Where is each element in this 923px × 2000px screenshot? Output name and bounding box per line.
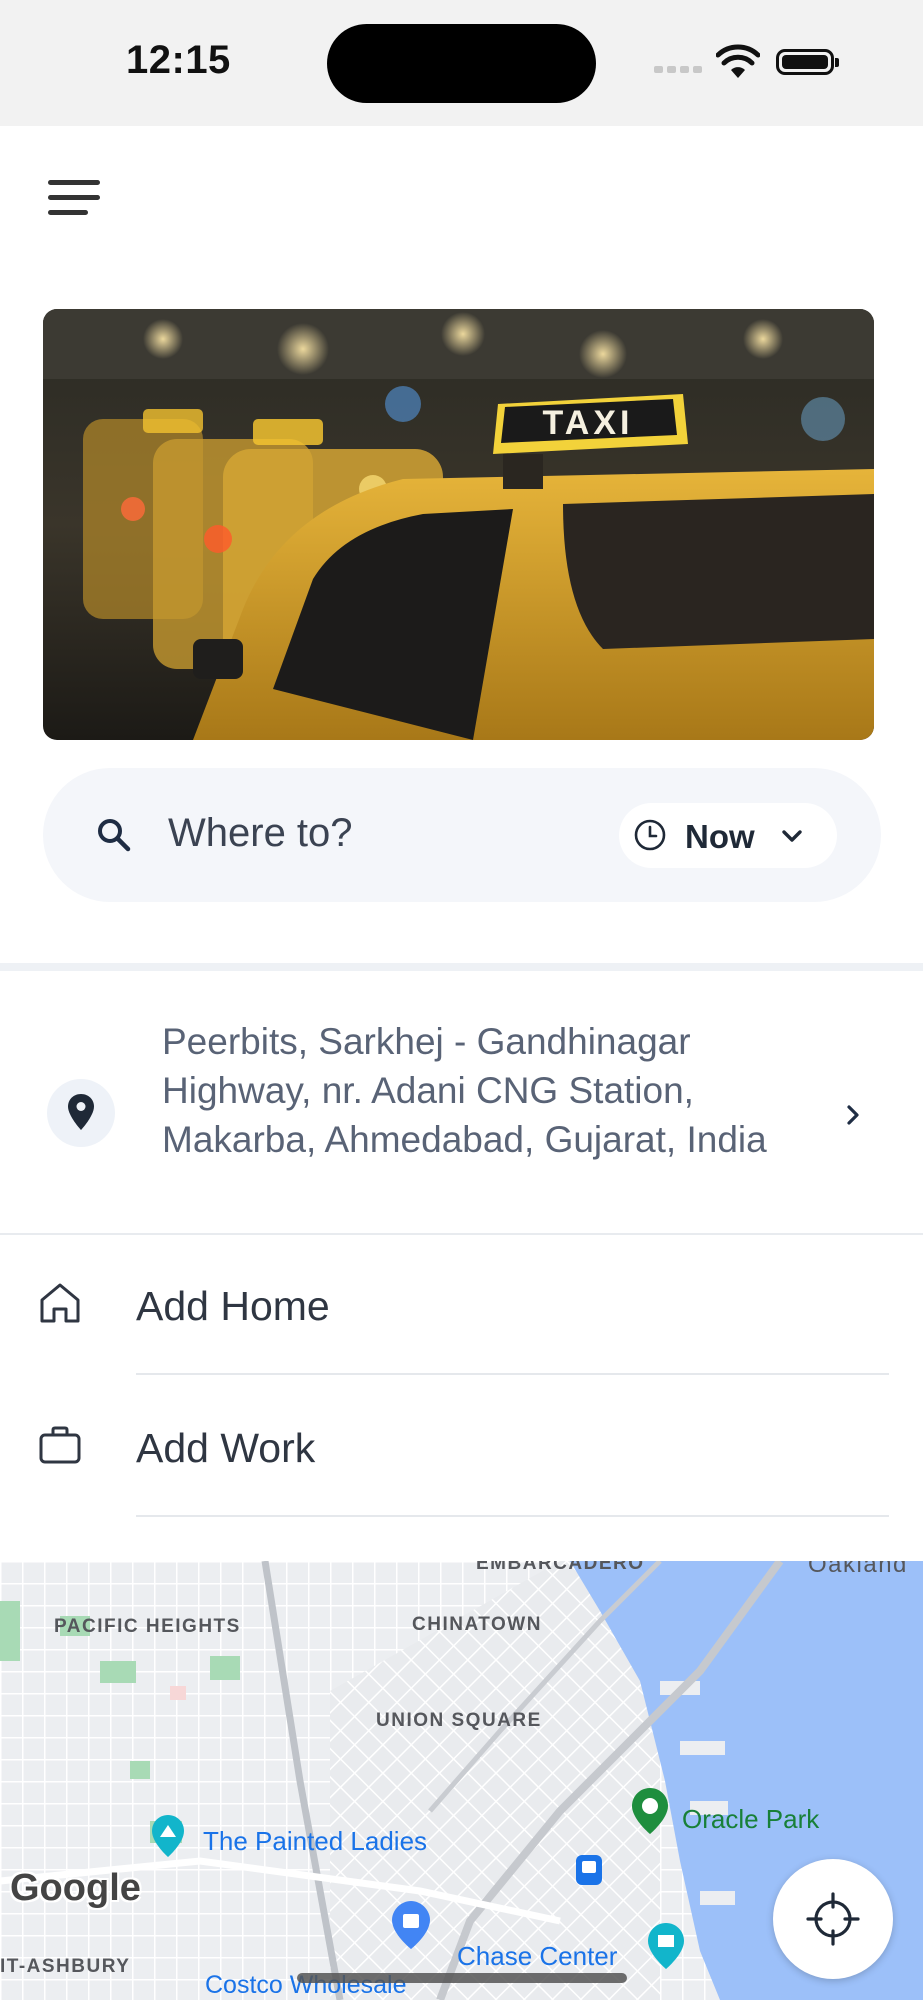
chevron-right-icon	[847, 1105, 859, 1125]
recent-location-item[interactable]: Peerbits, Sarkhej - Gandhinagar Highway,…	[0, 1002, 923, 1232]
home-indicator[interactable]	[297, 1973, 627, 1983]
list-divider	[136, 1373, 889, 1375]
add-home-label: Add Home	[136, 1283, 330, 1329]
search-icon	[98, 819, 131, 852]
map-label-embarcadero: EMBARCADERO	[476, 1561, 645, 1574]
map-label-chinatown: CHINATOWN	[412, 1614, 542, 1635]
section-divider	[0, 963, 923, 971]
location-pin-icon	[68, 1094, 94, 1130]
map-label-pacific-heights: PACIFIC HEIGHTS	[54, 1616, 241, 1637]
recent-location-address: Peerbits, Sarkhej - Gandhinagar Highway,…	[162, 1021, 767, 1160]
poi-painted-ladies[interactable]: The Painted Ladies	[203, 1826, 427, 1857]
poi-marker-chase-center[interactable]	[646, 1921, 686, 1971]
ride-time-selector[interactable]: Now	[619, 803, 837, 868]
add-home-item[interactable]: Add Home	[0, 1235, 923, 1375]
dynamic-island	[327, 24, 596, 103]
ride-time-label: Now	[685, 818, 755, 855]
map-label-union-square: UNION SQUARE	[376, 1710, 542, 1731]
add-work-label: Add Work	[136, 1425, 316, 1471]
transit-station-icon[interactable]	[576, 1855, 602, 1885]
status-bar: 12:15	[0, 0, 923, 126]
locate-me-button[interactable]	[773, 1859, 893, 1979]
map-label-oakland: Oakland	[808, 1561, 908, 1578]
map-label-haight-ashbury: IT-ASHBURY	[0, 1956, 131, 1977]
home-icon	[40, 1283, 80, 1323]
poi-marker-costco[interactable]	[390, 1899, 432, 1951]
stadium-pin-icon	[632, 1788, 668, 1834]
wifi-icon	[716, 44, 760, 78]
add-work-item[interactable]: Add Work	[0, 1377, 923, 1517]
status-time: 12:15	[126, 38, 231, 82]
clock-icon	[634, 819, 666, 851]
shopping-pin-icon	[392, 1901, 430, 1949]
where-to-search-bar[interactable]: Where to? Now	[43, 768, 881, 902]
arena-pin-icon	[648, 1923, 684, 1969]
list-divider	[136, 1515, 889, 1517]
poi-marker-oracle-park[interactable]	[630, 1786, 670, 1836]
attraction-pin-icon	[152, 1815, 184, 1857]
taxi-sign-text: TAXI	[543, 404, 634, 442]
poi-marker-painted-ladies[interactable]	[150, 1813, 186, 1859]
hamburger-menu-icon[interactable]	[46, 176, 102, 224]
briefcase-icon	[39, 1426, 81, 1464]
crosshair-locate-icon	[806, 1892, 860, 1946]
poi-chase-center[interactable]: Chase Center	[457, 1941, 617, 1972]
chevron-down-icon	[782, 830, 802, 842]
taxi-banner-image: TAXI	[43, 309, 874, 740]
google-attribution-logo: Google	[10, 1867, 141, 1909]
cellular-signal-icon	[654, 66, 704, 74]
location-pin-badge	[47, 1079, 115, 1147]
map-view[interactable]: EMBARCADERO Oakland PACIFIC HEIGHTS CHIN…	[0, 1561, 923, 2000]
poi-oracle-park[interactable]: Oracle Park	[682, 1804, 819, 1835]
search-placeholder[interactable]: Where to?	[168, 811, 353, 856]
battery-icon	[776, 49, 839, 75]
